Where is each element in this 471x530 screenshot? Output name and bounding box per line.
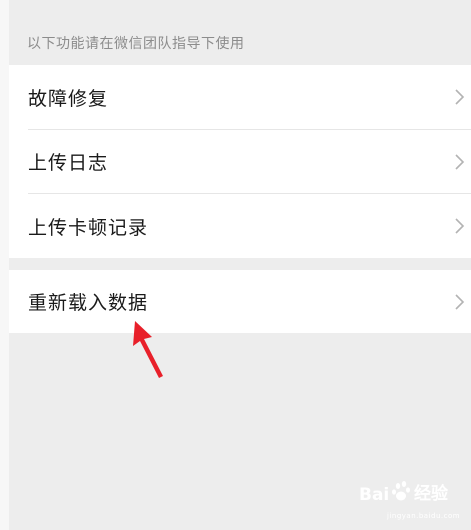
chevron-right-icon: [455, 154, 465, 170]
row-fault-repair[interactable]: 故障修复: [9, 65, 471, 130]
chevron-right-icon: [455, 218, 465, 234]
row-upload-log[interactable]: 上传日志: [9, 130, 471, 194]
left-edge-strip: [0, 0, 9, 530]
baidu-jingyan-watermark-icon: Bai 经验 jingyan.baidu.com: [359, 481, 460, 520]
watermark-url: jingyan.baidu.com: [386, 512, 460, 520]
annotation-arrow-icon: [133, 321, 163, 378]
settings-group-troubleshoot: 故障修复 上传日志 上传卡顿记录: [9, 65, 471, 258]
settings-page: 以下功能请在微信团队指导下使用 故障修复 上传日志 上传卡顿记录 重新载入数据: [0, 0, 471, 530]
watermark-brand-suffix: 经验: [414, 483, 449, 504]
section-hint-text: 以下功能请在微信团队指导下使用: [27, 36, 245, 52]
row-label: 故障修复: [28, 87, 109, 110]
row-label: 上传卡顿记录: [28, 216, 149, 239]
chevron-right-icon: [455, 89, 465, 105]
watermark-brand: Bai: [359, 485, 389, 505]
row-upload-lag-records[interactable]: 上传卡顿记录: [9, 194, 471, 259]
row-label: 重新载入数据: [28, 292, 149, 314]
row-label: 上传日志: [28, 152, 109, 175]
row-reload-data[interactable]: 重新载入数据: [9, 270, 471, 333]
chevron-right-icon: [455, 293, 465, 310]
settings-group-reload: 重新载入数据: [9, 270, 471, 333]
